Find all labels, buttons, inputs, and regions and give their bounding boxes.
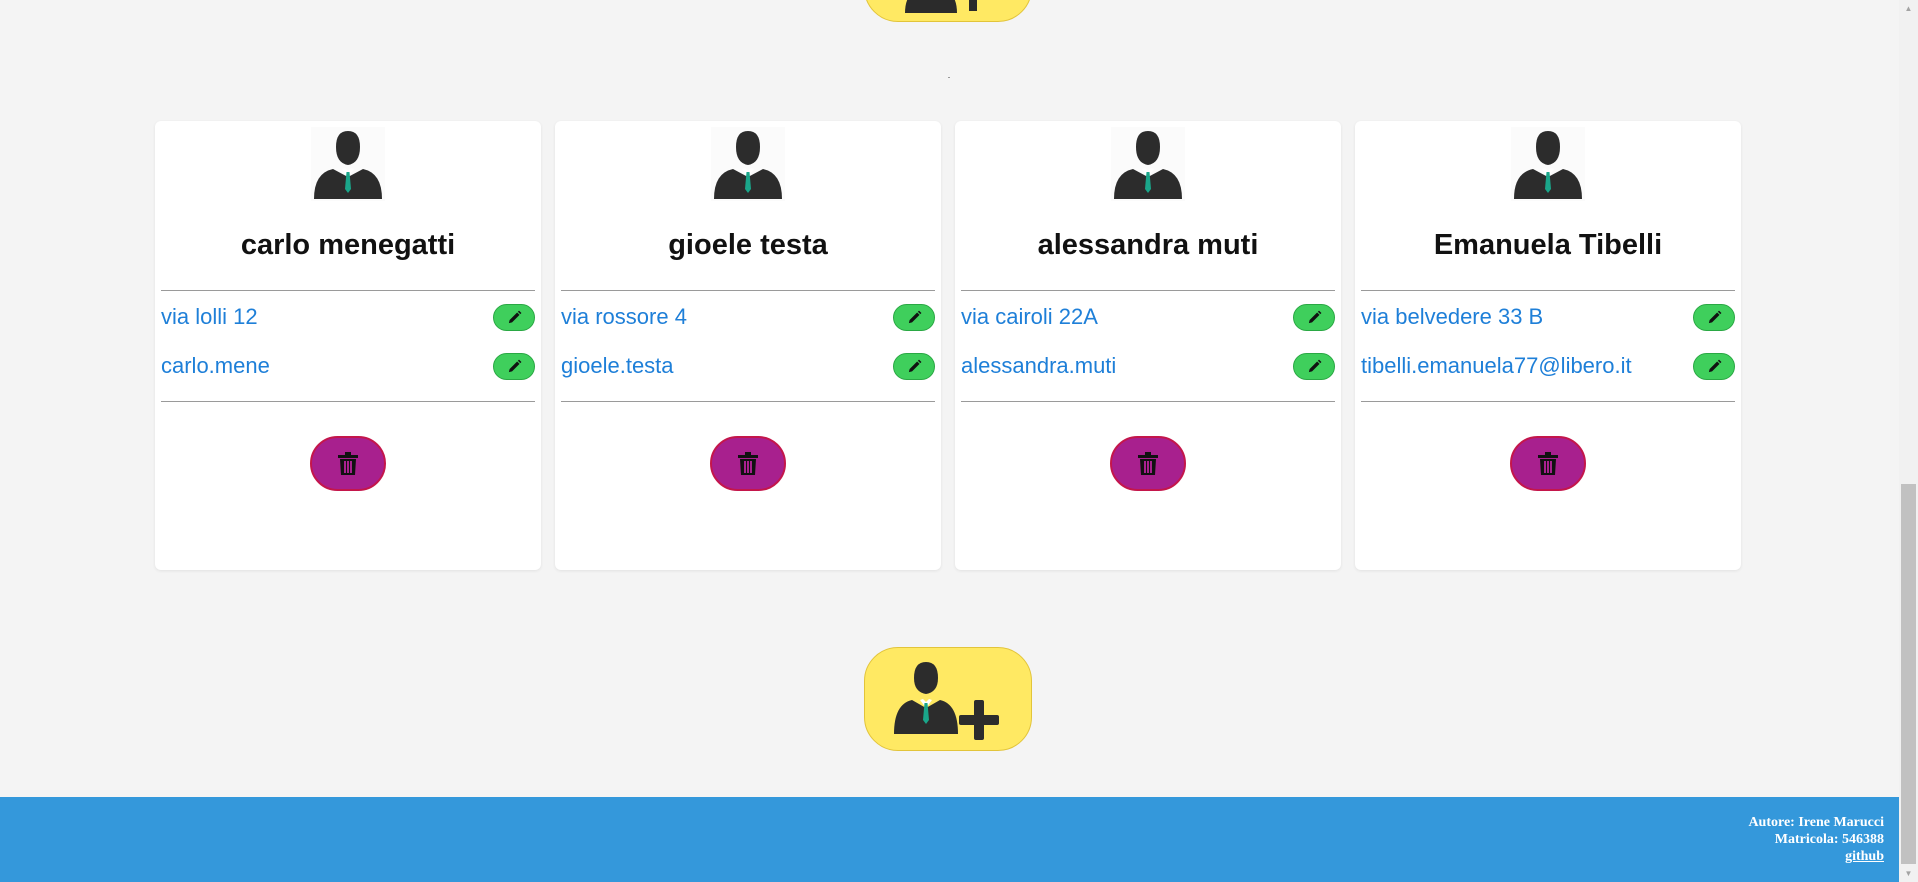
divider	[561, 401, 935, 402]
contact-card: gioele testa via rossore 4 gioele.testa	[555, 121, 941, 570]
pencil-icon	[1308, 310, 1321, 323]
page-footer: Autore: Irene Marucci Matricola: 546388 …	[0, 797, 1899, 882]
divider	[161, 290, 535, 291]
edit-address-button[interactable]	[893, 303, 935, 331]
pencil-icon	[508, 359, 521, 372]
add-contact-button-top[interactable]	[864, 0, 1032, 22]
scrollbar-thumb[interactable]	[1901, 484, 1916, 864]
separator-dot	[948, 77, 950, 78]
edit-address-button[interactable]	[1693, 303, 1735, 331]
pencil-icon	[508, 310, 521, 323]
edit-email-button[interactable]	[493, 352, 535, 380]
delete-contact-button[interactable]	[1510, 436, 1586, 491]
divider	[961, 401, 1335, 402]
divider	[161, 401, 535, 402]
edit-address-button[interactable]	[1293, 303, 1335, 331]
address-row: via rossore 4	[561, 300, 935, 334]
pencil-icon	[1708, 359, 1721, 372]
contact-address[interactable]: via rossore 4	[561, 304, 687, 330]
scroll-up-arrow-icon[interactable]: ▲	[1899, 0, 1918, 17]
scroll-down-arrow-icon[interactable]: ▼	[1899, 865, 1918, 882]
trash-icon	[738, 451, 758, 475]
email-row: tibelli.emanuela77@libero.it	[1361, 349, 1735, 383]
add-user-icon	[905, 0, 977, 13]
delete-contact-button[interactable]	[1110, 436, 1186, 491]
github-link[interactable]: github	[1845, 849, 1884, 864]
contact-address[interactable]: via cairoli 22A	[961, 304, 1098, 330]
edit-email-button[interactable]	[1693, 352, 1735, 380]
edit-email-button[interactable]	[1293, 352, 1335, 380]
pencil-icon	[908, 359, 921, 372]
divider	[1361, 401, 1735, 402]
divider	[1361, 290, 1735, 291]
contact-name: carlo menegatti	[240, 229, 456, 261]
contact-card: alessandra muti via cairoli 22A alessand…	[955, 121, 1341, 570]
user-icon	[711, 127, 785, 201]
email-row: alessandra.muti	[961, 349, 1335, 383]
contact-name: Emanuela Tibelli	[1433, 229, 1663, 261]
edit-email-button[interactable]	[893, 352, 935, 380]
address-row: via cairoli 22A	[961, 300, 1335, 334]
contact-name: alessandra muti	[1037, 229, 1259, 261]
add-user-icon	[894, 662, 999, 740]
contact-email[interactable]: alessandra.muti	[961, 353, 1116, 379]
trash-icon	[1138, 451, 1158, 475]
footer-author: Autore: Irene Marucci	[1748, 815, 1884, 830]
email-row: gioele.testa	[561, 349, 935, 383]
contact-email[interactable]: carlo.mene	[161, 353, 270, 379]
contact-address[interactable]: via belvedere 33 B	[1361, 304, 1543, 330]
contact-name: gioele testa	[668, 229, 828, 261]
divider	[561, 290, 935, 291]
pencil-icon	[908, 310, 921, 323]
pencil-icon	[1708, 310, 1721, 323]
address-row: via belvedere 33 B	[1361, 300, 1735, 334]
user-icon	[1511, 127, 1585, 201]
contact-card: carlo menegatti via lolli 12 carlo.mene	[155, 121, 541, 570]
page-viewport: carlo menegatti via lolli 12 carlo.mene	[0, 0, 1899, 882]
contact-email[interactable]: tibelli.emanuela77@libero.it	[1361, 353, 1632, 379]
add-contact-button[interactable]	[864, 647, 1032, 751]
address-row: via lolli 12	[161, 300, 535, 334]
contact-email[interactable]: gioele.testa	[561, 353, 674, 379]
delete-contact-button[interactable]	[310, 436, 386, 491]
email-row: carlo.mene	[161, 349, 535, 383]
edit-address-button[interactable]	[493, 303, 535, 331]
pencil-icon	[1308, 359, 1321, 372]
delete-contact-button[interactable]	[710, 436, 786, 491]
footer-info: Autore: Irene Marucci Matricola: 546388 …	[1748, 814, 1884, 865]
contact-address[interactable]: via lolli 12	[161, 304, 258, 330]
footer-matricola: Matricola: 546388	[1774, 832, 1884, 847]
contact-card: Emanuela Tibelli via belvedere 33 B tibe…	[1355, 121, 1741, 570]
vertical-scrollbar[interactable]: ▲ ▼	[1899, 0, 1918, 882]
user-icon	[311, 127, 385, 201]
trash-icon	[338, 451, 358, 475]
user-icon	[1111, 127, 1185, 201]
trash-icon	[1538, 451, 1558, 475]
divider	[961, 290, 1335, 291]
